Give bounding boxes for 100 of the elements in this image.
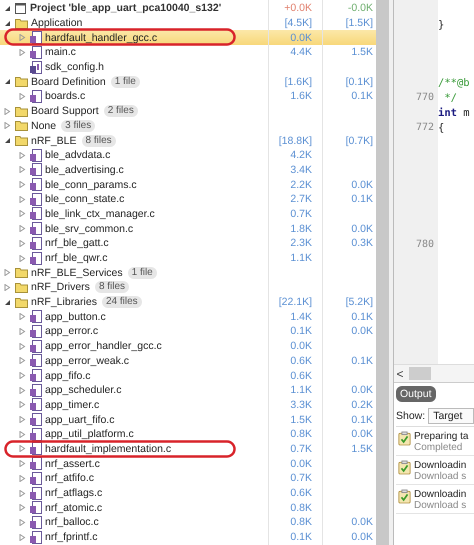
scroll-thumb[interactable] xyxy=(409,367,431,380)
task-detail[interactable]: Download s xyxy=(414,500,466,511)
source-file-icon xyxy=(30,413,42,426)
tree-row[interactable]: boards.c 1.6K 0.1K xyxy=(0,89,376,104)
data-size: 0.0K xyxy=(351,384,373,396)
show-dropdown[interactable]: Target xyxy=(428,408,474,424)
data-size: 0.1K xyxy=(351,354,373,367)
file-count: 8 files xyxy=(82,134,116,147)
source-file-icon xyxy=(30,472,42,485)
tree-row[interactable]: app_uart_fifo.c 1.5K 0.1K xyxy=(0,412,376,427)
tree-row[interactable]: app_timer.c 3.3K 0.2K xyxy=(0,398,376,412)
tree-row[interactable]: nrf_atfifo.c 0.7K xyxy=(0,471,376,486)
tree-row[interactable]: app_util_platform.c 0.8K 0.0K xyxy=(0,426,376,442)
tree-row[interactable]: ble_srv_common.c 1.8K 0.0K xyxy=(0,221,376,236)
data-size: 0.1K xyxy=(351,90,373,102)
tree-row[interactable]: main.c 4.4K 1.5K xyxy=(0,45,376,60)
tree-row[interactable]: nrf_ble_qwr.c 1.1K xyxy=(0,250,376,266)
tree-row[interactable]: nRF_Libraries 24 files [22.1K] [5.2K] xyxy=(0,294,376,310)
code-size: 0.7K xyxy=(290,442,312,455)
source-file-icon xyxy=(30,252,42,265)
tree-row[interactable]: hardfault_implementation.c 0.7K 1.5K xyxy=(0,442,376,456)
tree-row[interactable]: None 3 files xyxy=(0,118,376,134)
tree-item-label: nrf_assert.c xyxy=(45,458,100,470)
data-size: [0.1K] xyxy=(346,76,373,88)
header-file-icon xyxy=(30,60,42,74)
clipboard-check-icon xyxy=(398,489,411,504)
tree-item-label: nrf_ble_gatt.c xyxy=(45,237,109,250)
tree-row[interactable]: app_error_weak.c 0.6K 0.1K xyxy=(0,354,376,368)
tree-row[interactable]: Application [4.5K] [1.5K] xyxy=(0,16,376,30)
code-size: 0.8K xyxy=(290,428,312,440)
tree-row[interactable]: app_scheduler.c 1.1K 0.0K xyxy=(0,382,376,398)
tree-item-label: nRF_Drivers xyxy=(31,281,90,294)
code-size: 0.6K xyxy=(290,487,312,500)
project-name[interactable]: Project 'ble_app_uart_pca10040_s132' xyxy=(30,2,222,14)
clipboard-check-icon xyxy=(398,431,411,446)
source-file-icon xyxy=(30,340,42,353)
tree-item-label: nRF_BLE xyxy=(31,134,77,147)
tree-row[interactable]: sdk_config.h xyxy=(0,60,376,74)
tree-row[interactable]: Board Definition 1 file [1.6K] [0.1K] xyxy=(0,74,376,90)
folder-icon xyxy=(15,76,28,88)
source-file-icon xyxy=(30,442,42,456)
tree-item-label: nrf_ble_qwr.c xyxy=(45,252,108,264)
tree-row[interactable]: nrf_atomic.c 0.8K xyxy=(0,500,376,516)
code-text: } xyxy=(438,18,444,31)
source-file-icon xyxy=(30,354,42,368)
tree-row[interactable]: app_error.c 0.1K 0.0K xyxy=(0,324,376,339)
source-file-icon xyxy=(30,31,42,44)
data-size: 0.3K xyxy=(351,237,373,250)
horizontal-scrollbar[interactable]: < xyxy=(394,364,474,383)
tree-item-label: nrf_fprintf.c xyxy=(45,531,98,544)
tree-row[interactable]: app_error_handler_gcc.c 0.0K xyxy=(0,338,376,354)
file-count: 1 file xyxy=(110,76,140,88)
code-size: [1.6K] xyxy=(284,76,312,88)
tree-item-label: ble_advdata.c xyxy=(45,149,110,162)
code-size: [18.8K] xyxy=(278,134,312,147)
tree-item-label: app_uart_fifo.c xyxy=(45,414,114,426)
tree-row[interactable]: ble_advertising.c 3.4K xyxy=(0,162,376,178)
tree-row[interactable]: Board Support 2 files xyxy=(0,104,376,118)
tree-item-label: app_error_handler_gcc.c xyxy=(45,340,162,352)
tree-row[interactable]: nRF_BLE 8 files [18.8K] [0.7K] xyxy=(0,133,376,148)
code-size: 1.1K xyxy=(290,252,312,264)
data-size: [1.5K] xyxy=(346,17,373,30)
tree-row[interactable]: app_fifo.c 0.6K xyxy=(0,368,376,383)
tree-row[interactable]: ble_advdata.c 4.2K xyxy=(0,148,376,163)
tree-item-label: ble_link_ctx_manager.c xyxy=(45,208,155,220)
tree-item-label: app_util_platform.c xyxy=(45,428,134,440)
size-delta: -0.0K xyxy=(348,2,373,14)
file-count: 8 files xyxy=(94,281,130,294)
tree-row[interactable]: ble_conn_state.c 2.7K 0.1K xyxy=(0,192,376,207)
task-title: Preparing ta xyxy=(414,431,468,442)
tree-row[interactable]: ble_link_ctx_manager.c 0.7K xyxy=(0,206,376,222)
tree-item-label: app_fifo.c xyxy=(45,370,91,382)
tree-row[interactable]: nrf_fprintf.c 0.1K 0.0K xyxy=(0,530,376,544)
task-title: Downloadin xyxy=(414,460,466,471)
tree-row[interactable]: nrf_ble_gatt.c 2.3K 0.3K xyxy=(0,236,376,251)
code-size: 2.7K xyxy=(290,193,312,206)
tree-row[interactable]: nrf_balloc.c 0.8K 0.0K xyxy=(0,515,376,530)
scrollbar[interactable] xyxy=(376,0,393,545)
tree-row[interactable]: ble_conn_params.c 2.2K 0.0K xyxy=(0,177,376,192)
tree-item-label: app_button.c xyxy=(45,310,106,323)
tree-row[interactable]: nRF_BLE_Services 1 file xyxy=(0,265,376,280)
tree-item-label: hardfault_handler_gcc.c xyxy=(45,32,158,44)
tree-row[interactable]: nrf_atflags.c 0.6K xyxy=(0,486,376,500)
source-file-icon xyxy=(30,384,42,397)
tree-row[interactable]: nrf_assert.c 0.0K xyxy=(0,456,376,471)
code-size: 3.4K xyxy=(290,164,312,176)
tree-row[interactable]: app_button.c 1.4K 0.1K xyxy=(0,309,376,324)
tree-row[interactable]: hardfault_handler_gcc.c 0.0K xyxy=(0,30,376,46)
source-file-icon xyxy=(30,369,42,382)
scroll-left-button[interactable]: < xyxy=(394,366,406,380)
tree-row[interactable]: nRF_Drivers 8 files xyxy=(0,280,376,295)
code-size: [4.5K] xyxy=(284,17,312,30)
tree-item-label: Application xyxy=(31,17,82,30)
tree-item-label: app_timer.c xyxy=(45,398,100,411)
code-size: 2.3K xyxy=(290,237,312,250)
folder-icon xyxy=(15,120,28,132)
task-detail[interactable]: Download s xyxy=(414,471,466,482)
code-size: 2.2K xyxy=(290,178,312,191)
output-tab[interactable]: Output xyxy=(396,386,436,402)
task-detail[interactable]: Completed xyxy=(414,442,468,453)
